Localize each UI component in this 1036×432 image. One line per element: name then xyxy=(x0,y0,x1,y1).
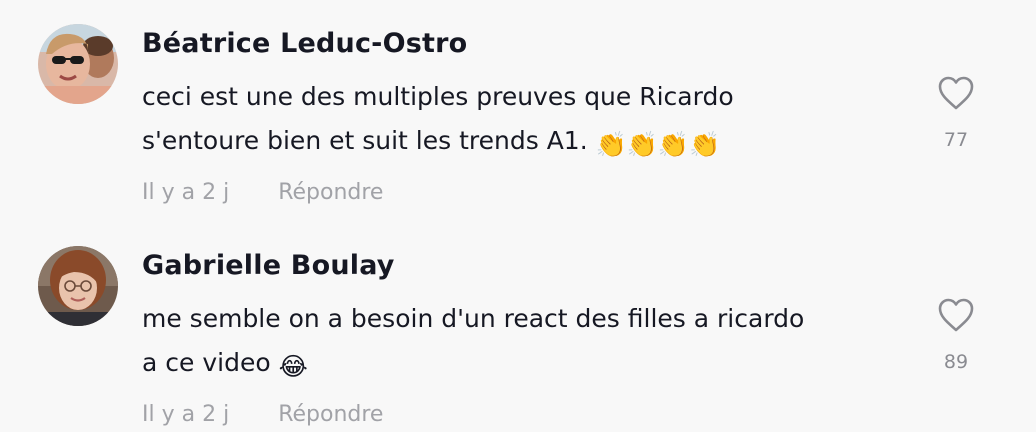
comment-username[interactable]: Gabrielle Boulay xyxy=(142,250,395,281)
reply-button[interactable]: Répondre xyxy=(278,402,383,427)
avatar[interactable] xyxy=(38,246,118,326)
like-button[interactable]: 77 xyxy=(930,75,982,151)
avatar[interactable] xyxy=(38,24,118,104)
comment-username[interactable]: Béatrice Leduc-Ostro xyxy=(142,28,467,59)
like-count: 89 xyxy=(943,351,969,373)
like-button[interactable]: 89 xyxy=(930,297,982,373)
comment-timestamp: Il y a 2 j xyxy=(142,180,230,205)
comment-meta: Il y a 2 j Répondre xyxy=(142,402,383,427)
comment-text: me semble on a besoin d'un react des fil… xyxy=(142,297,922,389)
comment-timestamp: Il y a 2 j xyxy=(142,402,230,427)
comment-text: ceci est une des multiples preuves que R… xyxy=(142,75,922,167)
comment-text-line: a ce video xyxy=(142,348,271,377)
comment-text-line: s'entoure bien et suit les trends A1. xyxy=(142,126,588,155)
clapping-hands-icon: 👏👏👏👏 xyxy=(595,130,721,159)
comment-item: Gabrielle Boulay me semble on a besoin d… xyxy=(0,222,1036,432)
like-count: 77 xyxy=(943,129,969,151)
reply-button[interactable]: Répondre xyxy=(278,180,383,205)
comment-text-line: ceci est une des multiples preuves que R… xyxy=(142,82,734,111)
heart-outline-icon[interactable] xyxy=(937,75,975,111)
comment-text-line-2: s'entoure bien et suit les trends A1. 👏👏… xyxy=(142,119,922,167)
comment-meta: Il y a 2 j Répondre xyxy=(142,180,383,205)
heart-outline-icon[interactable] xyxy=(937,297,975,333)
tears-of-joy-icon: 😂 xyxy=(278,352,308,381)
comment-text-line: me semble on a besoin d'un react des fil… xyxy=(142,304,805,333)
comment-item: Béatrice Leduc-Ostro ceci est une des mu… xyxy=(0,0,1036,215)
comment-text-line-2: a ce video 😂 xyxy=(142,341,922,389)
